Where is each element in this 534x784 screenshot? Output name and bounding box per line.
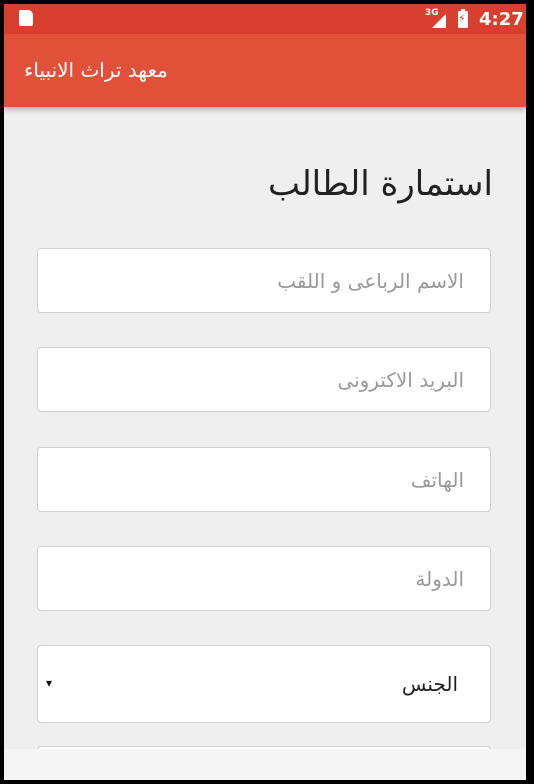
status-bar: 3G 4:27: [4, 4, 526, 34]
app-bar: معهد تراث الانبياء: [4, 34, 526, 107]
sd-card-icon: [19, 10, 33, 26]
gender-select[interactable]: الجنس ▾: [37, 645, 491, 723]
dropdown-arrow-icon: ▾: [46, 676, 53, 690]
phone-field[interactable]: [37, 447, 491, 512]
signal-icon: [432, 14, 446, 28]
phone-input[interactable]: [38, 448, 490, 511]
form-title: استمارة الطالب: [267, 164, 493, 204]
country-input[interactable]: [38, 547, 490, 610]
battery-charging-icon: [458, 9, 468, 28]
bottom-bar: [4, 749, 526, 780]
screen: 3G 4:27 معهد تراث الانبياء استمارة الطال…: [4, 4, 526, 780]
app-title: معهد تراث الانبياء: [24, 58, 168, 82]
full-name-input[interactable]: [38, 249, 490, 312]
status-clock: 4:27: [479, 9, 524, 30]
full-name-field[interactable]: [37, 248, 491, 313]
country-field[interactable]: [37, 546, 491, 611]
gender-select-label: الجنس: [401, 672, 458, 696]
email-field[interactable]: [37, 347, 491, 412]
email-input[interactable]: [38, 348, 490, 411]
